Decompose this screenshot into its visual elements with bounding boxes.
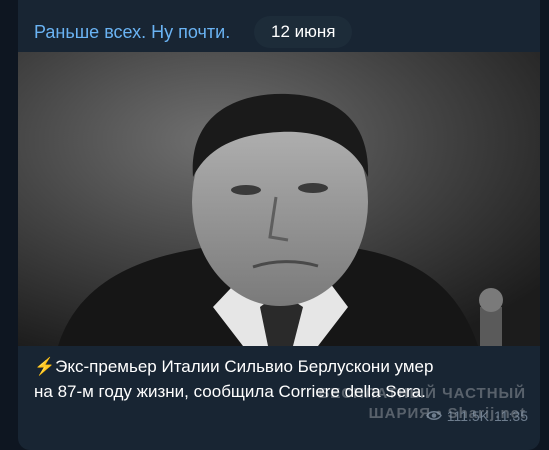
message-meta: 111.5K 11:35 <box>425 408 528 424</box>
date-separator: 12 июня <box>254 16 353 48</box>
channel-name[interactable]: Раньше всех. Ну почти. <box>34 22 230 43</box>
message-text-line-1: Экс-премьер Италии Сильвио Берлускони ум… <box>55 357 434 376</box>
message-bubble[interactable]: Раньше всех. Ну почти. 12 июня ⚡Экс-прем… <box>18 0 540 450</box>
watermark-line-1: БЕСПЛАТНЫЙ ЧАСТНЫЙ <box>318 385 526 402</box>
message-time: 11:35 <box>494 408 528 424</box>
message-photo[interactable] <box>18 52 540 346</box>
portrait-image <box>18 52 540 346</box>
lightning-icon: ⚡ <box>34 357 56 376</box>
eye-icon <box>425 408 442 424</box>
view-count: 111.5K <box>446 408 489 424</box>
